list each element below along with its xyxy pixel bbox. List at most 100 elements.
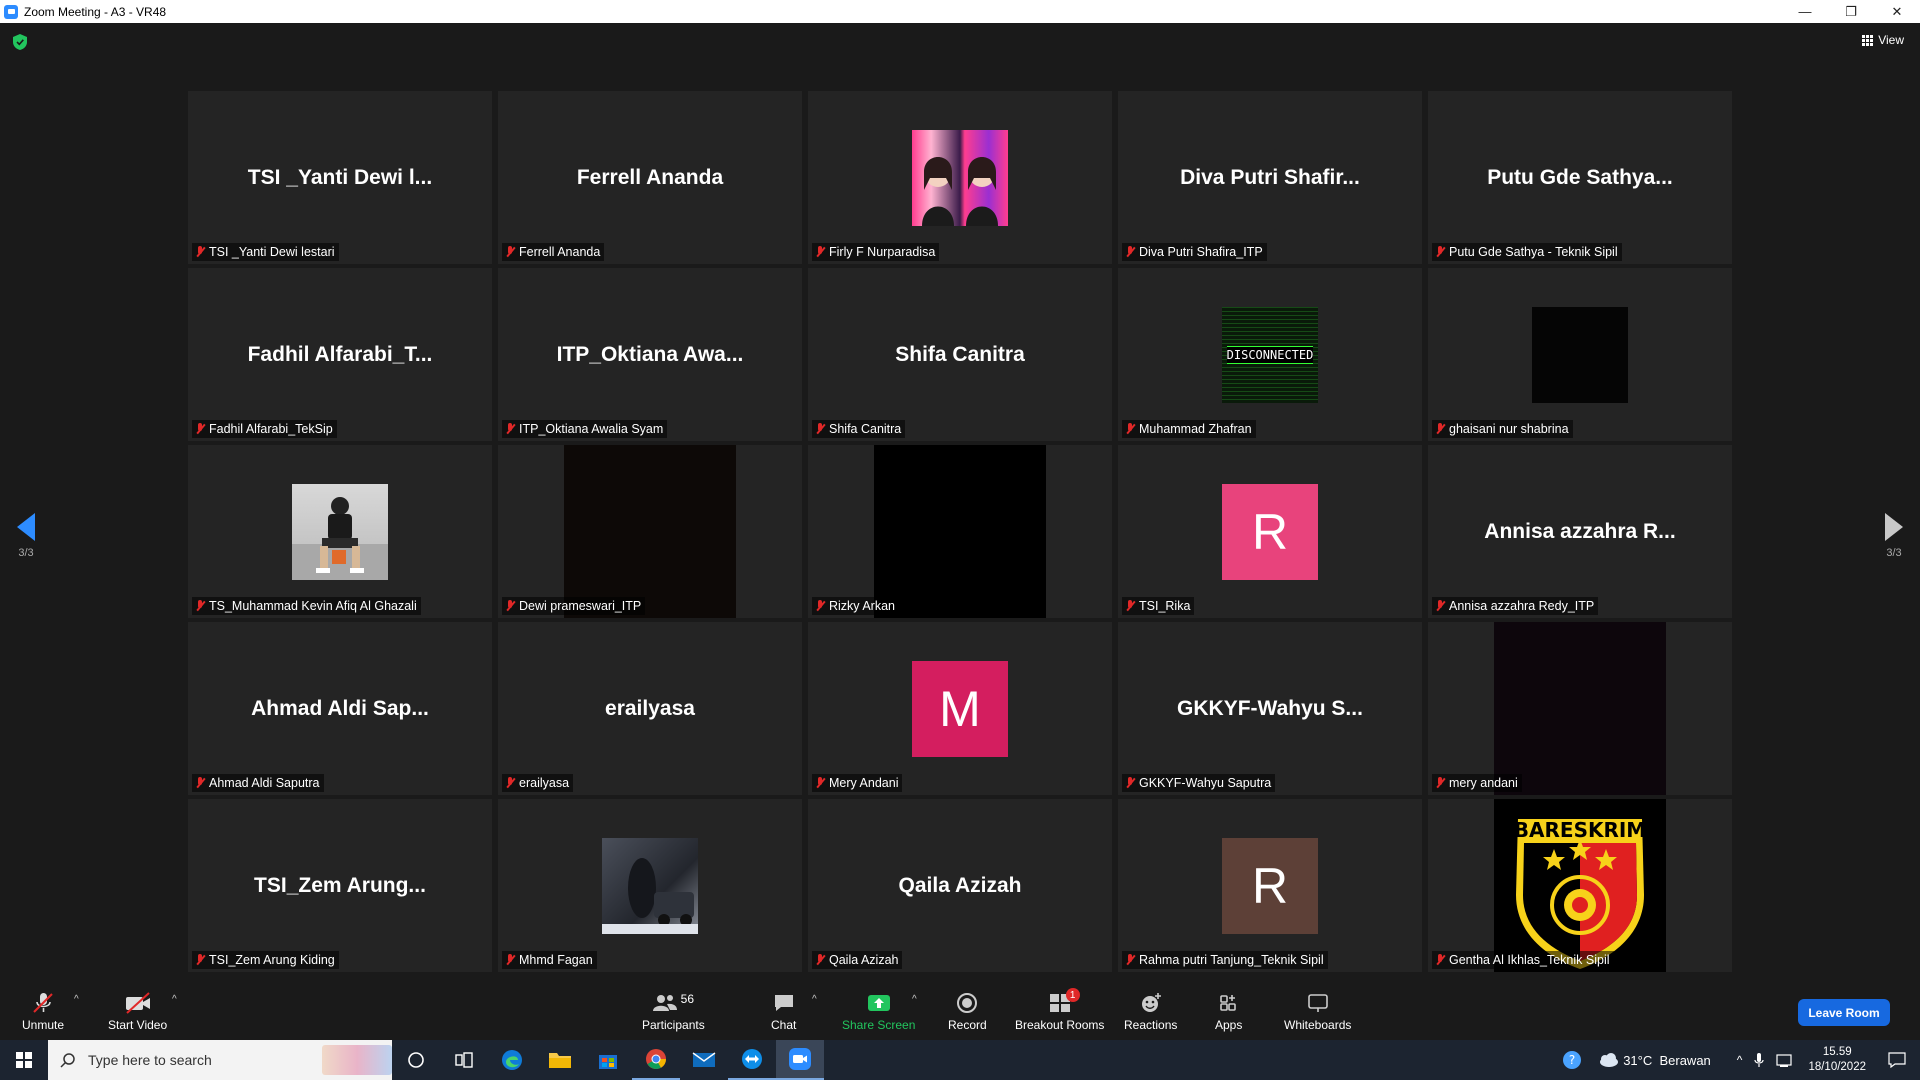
task-view-icon bbox=[455, 1052, 473, 1068]
weather-cloud-icon[interactable] bbox=[1597, 1052, 1619, 1068]
participants-label: Participants bbox=[642, 1018, 705, 1032]
audio-options-caret-icon[interactable]: ^ bbox=[74, 994, 79, 1005]
share-options-caret-icon[interactable]: ^ bbox=[912, 994, 917, 1005]
participant-tile[interactable]: TSI_Zem Arung... TSI_Zem Arung Kiding bbox=[188, 799, 492, 972]
clock-time: 15.59 bbox=[1822, 1046, 1852, 1058]
participant-tile[interactable]: TS_Muhammad Kevin Afiq Al Ghazali bbox=[188, 445, 492, 618]
participant-tile[interactable]: Putu Gde Sathya... Putu Gde Sathya - Tek… bbox=[1428, 91, 1732, 264]
mic-muted-icon bbox=[195, 423, 205, 435]
participant-tile[interactable]: Diva Putri Shafir... Diva Putri Shafira_… bbox=[1118, 91, 1422, 264]
windows-logo-icon bbox=[16, 1052, 32, 1068]
record-label: Record bbox=[948, 1018, 987, 1032]
participant-label: GKKYF-Wahyu Saputra bbox=[1122, 774, 1276, 792]
participant-tile[interactable]: erailyasa erailyasa bbox=[498, 622, 802, 795]
minimize-button[interactable]: — bbox=[1782, 0, 1828, 23]
arrow-left-icon bbox=[17, 513, 35, 541]
unmute-button[interactable]: Unmute bbox=[22, 992, 64, 1032]
participant-tile[interactable]: ITP_Oktiana Awa... ITP_Oktiana Awalia Sy… bbox=[498, 268, 802, 441]
participant-tile[interactable]: Qaila Azizah Qaila Azizah bbox=[808, 799, 1112, 972]
mail-app[interactable] bbox=[680, 1040, 728, 1080]
mic-muted-icon bbox=[815, 246, 825, 258]
participant-tile[interactable]: M Mery Andani bbox=[808, 622, 1112, 795]
start-button[interactable] bbox=[0, 1040, 48, 1080]
file-explorer-app[interactable] bbox=[536, 1040, 584, 1080]
cortana-button[interactable] bbox=[392, 1040, 440, 1080]
participant-tile[interactable]: R Rahma putri Tanjung_Teknik Sipil bbox=[1118, 799, 1422, 972]
network-icon[interactable] bbox=[1776, 1052, 1794, 1068]
start-video-button[interactable]: Start Video bbox=[108, 992, 167, 1032]
participant-tile[interactable]: R TSI_Rika bbox=[1118, 445, 1422, 618]
show-hidden-icons-chevron-icon[interactable]: ^ bbox=[1737, 1053, 1743, 1067]
participant-tile[interactable]: Shifa Canitra Shifa Canitra bbox=[808, 268, 1112, 441]
participant-tile[interactable]: DISCONNECTED Muhammad Zhafran bbox=[1118, 268, 1422, 441]
participant-tile[interactable]: Firly F Nurparadisa bbox=[808, 91, 1112, 264]
help-tips-icon[interactable]: ? bbox=[1561, 1049, 1583, 1071]
participant-tile[interactable]: ghaisani nur shabrina bbox=[1428, 268, 1732, 441]
mic-muted-icon bbox=[815, 777, 825, 789]
record-button[interactable]: Record bbox=[948, 992, 987, 1032]
system-tray: ? 31°C Berawan ^ 15.59 18/10/2022 bbox=[1561, 1040, 1920, 1080]
participant-name: Dewi prameswari_ITP bbox=[519, 599, 642, 613]
encryption-shield-icon[interactable] bbox=[13, 34, 27, 50]
microphone-tray-icon[interactable] bbox=[1754, 1052, 1765, 1068]
restore-button[interactable]: ❐ bbox=[1828, 0, 1874, 23]
participants-button[interactable]: 56 Participants bbox=[642, 992, 705, 1032]
participant-display-name: Qaila Azizah bbox=[898, 873, 1022, 897]
video-options-caret-icon[interactable]: ^ bbox=[172, 994, 177, 1005]
participant-tile[interactable]: mery andani bbox=[1428, 622, 1732, 795]
chat-label: Chat bbox=[771, 1018, 797, 1032]
leave-room-button[interactable]: Leave Room bbox=[1798, 999, 1890, 1026]
mic-muted-icon bbox=[1435, 600, 1445, 612]
chrome-app[interactable] bbox=[632, 1040, 680, 1080]
participant-name: Qaila Azizah bbox=[829, 953, 899, 967]
clock[interactable]: 15.59 18/10/2022 bbox=[1808, 1045, 1866, 1075]
edge-app[interactable] bbox=[488, 1040, 536, 1080]
participant-label: Ferrell Ananda bbox=[502, 243, 605, 261]
participant-tile[interactable]: Ferrell Ananda Ferrell Ananda bbox=[498, 91, 802, 264]
participant-tile[interactable]: Ahmad Aldi Sap... Ahmad Aldi Saputra bbox=[188, 622, 492, 795]
task-view-button[interactable] bbox=[440, 1040, 488, 1080]
reactions-label: Reactions bbox=[1124, 1018, 1178, 1032]
participant-tile[interactable]: Rizky Arkan bbox=[808, 445, 1112, 618]
next-page-button[interactable]: 3/3 bbox=[1885, 513, 1903, 559]
participant-tile[interactable]: Dewi prameswari_ITP bbox=[498, 445, 802, 618]
mic-muted-icon bbox=[1125, 423, 1135, 435]
chat-button[interactable]: Chat bbox=[771, 992, 796, 1032]
participant-label: mery andani bbox=[1432, 774, 1522, 792]
participant-name: Gentha Al Ikhlas_Teknik Sipil bbox=[1449, 953, 1610, 967]
participant-tile[interactable]: Mhmd Fagan bbox=[498, 799, 802, 972]
taskbar-search-box[interactable]: Type here to search bbox=[48, 1040, 392, 1080]
view-button[interactable]: View bbox=[1862, 33, 1904, 47]
start-video-label: Start Video bbox=[108, 1018, 168, 1032]
chat-options-caret-icon[interactable]: ^ bbox=[812, 994, 817, 1005]
profile-photo bbox=[602, 837, 698, 934]
reactions-button[interactable]: Reactions bbox=[1124, 992, 1177, 1032]
share-screen-label: Share Screen bbox=[842, 1018, 916, 1032]
apps-button[interactable]: Apps bbox=[1215, 992, 1242, 1032]
participant-tile[interactable]: GKKYF-Wahyu S... GKKYF-Wahyu Saputra bbox=[1118, 622, 1422, 795]
participant-name: Rizky Arkan bbox=[829, 599, 895, 613]
whiteboards-button[interactable]: Whiteboards bbox=[1284, 992, 1351, 1032]
participant-name: Fadhil Alfarabi_TekSip bbox=[209, 422, 333, 436]
zoom-app[interactable] bbox=[776, 1040, 824, 1080]
video-off-icon bbox=[124, 992, 152, 1014]
breakout-rooms-button[interactable]: 1 Breakout Rooms bbox=[1015, 988, 1104, 1032]
weather-text[interactable]: 31°C Berawan bbox=[1623, 1053, 1711, 1068]
share-screen-button[interactable]: Share Screen bbox=[842, 992, 915, 1032]
search-highlight-image bbox=[322, 1045, 392, 1075]
participant-tile[interactable]: TSI _Yanti Dewi l... TSI _Yanti Dewi les… bbox=[188, 91, 492, 264]
participant-label: TSI_Zem Arung Kiding bbox=[192, 951, 339, 969]
participant-name: erailyasa bbox=[519, 776, 570, 790]
close-button[interactable]: ✕ bbox=[1874, 0, 1920, 23]
notifications-icon[interactable] bbox=[1888, 1052, 1906, 1068]
mic-muted-icon bbox=[1435, 423, 1445, 435]
previous-page-button[interactable]: 3/3 bbox=[17, 513, 35, 559]
participant-name: Mhmd Fagan bbox=[519, 953, 593, 967]
mic-muted-icon bbox=[1125, 954, 1135, 966]
participant-tile[interactable]: Annisa azzahra R... Annisa azzahra Redy_… bbox=[1428, 445, 1732, 618]
participant-tile[interactable]: Fadhil Alfarabi_T... Fadhil Alfarabi_Tek… bbox=[188, 268, 492, 441]
participant-tile[interactable]: BARESKRIM Gentha Al Ikhlas_Teknik Sipil bbox=[1428, 799, 1732, 972]
teamviewer-app[interactable] bbox=[728, 1040, 776, 1080]
participants-icon bbox=[652, 995, 677, 1011]
store-app[interactable] bbox=[584, 1040, 632, 1080]
